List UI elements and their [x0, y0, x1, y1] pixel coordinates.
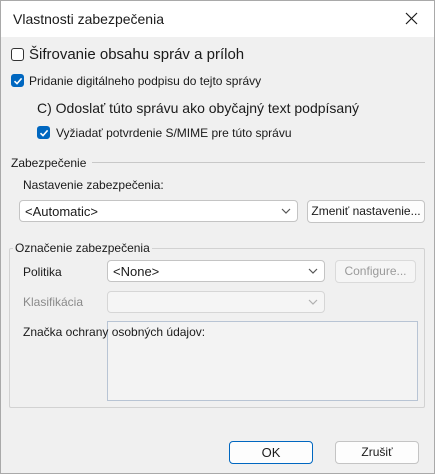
change-settings-button[interactable]: Zmeniť nastavenie... — [307, 200, 425, 223]
checkmark-icon — [13, 77, 23, 85]
sign-label[interactable]: Pridanie digitálneho podpisu do tejto sp… — [29, 74, 261, 88]
chevron-down-icon — [308, 299, 318, 305]
security-properties-dialog: Vlastnosti zabezpečenia Šifrovanie obsah… — [0, 0, 435, 474]
privacy-mark-label: Značka ochrany osobných údajov: — [23, 325, 206, 339]
window-title: Vlastnosti zabezpečenia — [13, 11, 164, 27]
policy-select[interactable]: <None> — [107, 260, 325, 282]
smime-receipt-label[interactable]: Vyžiadať potvrdenie S/MIME pre túto sprá… — [56, 126, 292, 140]
ok-button[interactable]: OK — [229, 441, 313, 464]
checkmark-icon — [39, 129, 49, 137]
security-label-group-title: Označenie zabezpečenia — [13, 241, 152, 255]
chevron-down-icon — [308, 268, 318, 274]
policy-label: Politika — [23, 265, 62, 279]
title-bar: Vlastnosti zabezpečenia — [1, 1, 434, 37]
security-separator — [92, 162, 425, 163]
security-setting-label: Nastavenie zabezpečenia: — [23, 178, 164, 192]
chevron-down-icon — [281, 208, 291, 214]
configure-button[interactable]: Configure... — [335, 260, 416, 283]
sign-checkbox[interactable] — [11, 74, 24, 87]
close-icon — [405, 12, 418, 25]
cancel-button[interactable]: Zrušiť — [335, 441, 419, 464]
classification-select[interactable] — [107, 291, 325, 313]
security-setting-select[interactable]: <Automatic> — [19, 200, 298, 222]
classification-label: Klasifikácia — [23, 295, 84, 309]
smime-receipt-checkbox[interactable] — [37, 126, 50, 139]
security-section-label: Zabezpečenie — [11, 156, 87, 170]
security-setting-value: <Automatic> — [25, 204, 98, 219]
encrypt-checkbox[interactable] — [11, 48, 24, 61]
close-button[interactable] — [390, 1, 434, 37]
policy-value: <None> — [113, 264, 160, 279]
encrypt-label[interactable]: Šifrovanie obsahu správ a príloh — [29, 46, 244, 63]
cleartext-label[interactable]: C) Odoslať túto správu ako obyčajný text… — [37, 100, 359, 116]
